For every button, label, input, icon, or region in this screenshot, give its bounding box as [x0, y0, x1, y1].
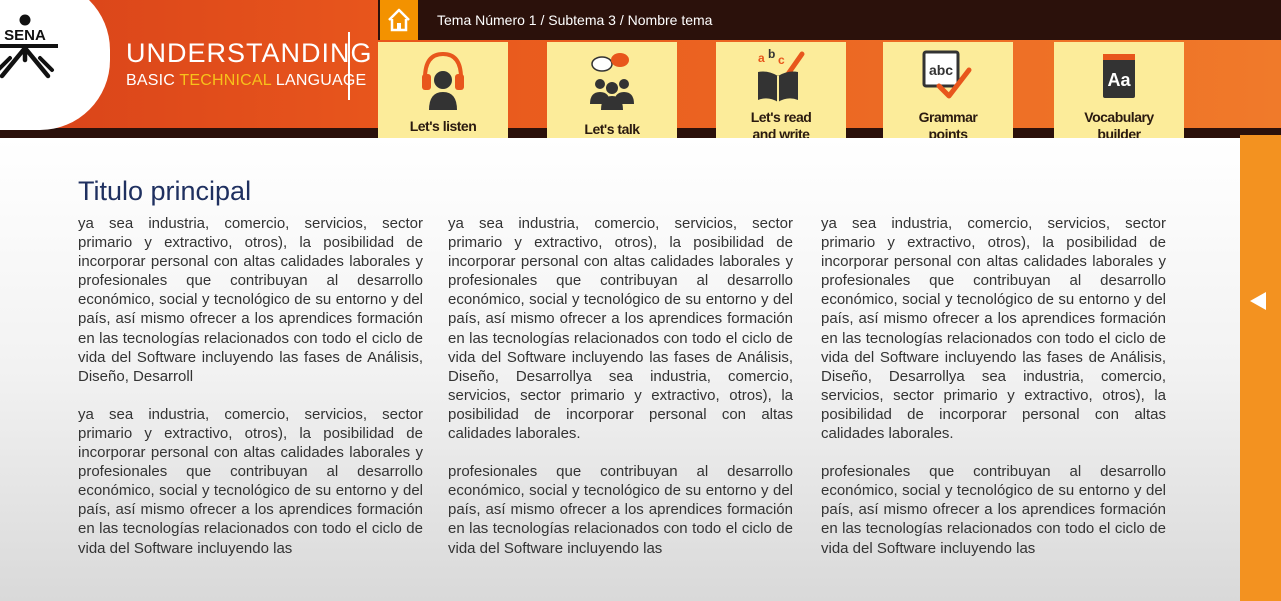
paragraph: ya sea industria, comercio, servicios, s…: [821, 215, 1166, 443]
headphones-icon: [422, 51, 464, 110]
sena-logo: SENA: [0, 14, 58, 79]
nav-label-line1: Let's read: [750, 109, 812, 125]
home-button[interactable]: [380, 0, 418, 40]
nav-label-line2: builder: [1097, 126, 1141, 138]
paragraph: profesionales que contribuyan al desarro…: [821, 463, 1166, 557]
page-title: Titulo principal: [78, 176, 252, 206]
text-column-2: ya sea industria, comercio, servicios, s…: [448, 214, 793, 558]
side-panel-toggle[interactable]: [1240, 135, 1281, 601]
header: SENA UNDERSTANDING BASIC TECHNICAL LANGU…: [0, 0, 1281, 138]
nav-tile-vocabulary-builder[interactable]: Aa Vocabulary builder: [1054, 42, 1184, 138]
brand-title: UNDERSTANDING: [126, 38, 373, 68]
nav-label-vocabulary-builder: Vocabulary builder: [1054, 109, 1184, 138]
svg-text:SENA: SENA: [4, 27, 46, 44]
people-talking-icon: [590, 53, 634, 110]
brand-subtitle-part2: LANGUAGE: [271, 72, 367, 89]
text-column-3: ya sea industria, comercio, servicios, s…: [821, 214, 1166, 558]
svg-text:b: b: [768, 48, 775, 61]
brand-subtitle: BASIC TECHNICAL LANGUAGE: [126, 72, 366, 90]
nav-label-lets-listen: Let's listen: [409, 118, 477, 134]
book-pencil-icon: a b c: [758, 48, 805, 102]
nav-label-line2: and write: [752, 126, 810, 138]
text-column-1: ya sea industria, comercio, servicios, s…: [78, 214, 423, 558]
paragraph: ya sea industria, comercio, servicios, s…: [78, 215, 423, 385]
brand-subtitle-accent: TECHNICAL: [179, 72, 272, 89]
paragraph: ya sea industria, comercio, servicios, s…: [448, 215, 793, 443]
nav-label-lets-read-and-write: Let's read and write: [716, 109, 846, 138]
nav-label-grammar-points: Grammar points: [883, 109, 1013, 138]
svg-text:a: a: [758, 51, 765, 65]
svg-text:c: c: [778, 53, 785, 67]
nav-tile-lets-listen[interactable]: Let's listen: [378, 42, 508, 138]
triangle-left-icon: [1250, 292, 1266, 310]
nav-label-line2: points: [928, 126, 969, 138]
nav-tile-lets-read-and-write[interactable]: a b c Let's read and write: [716, 42, 846, 138]
nav-tile-grammar-points[interactable]: abc Grammar points: [883, 42, 1013, 138]
paragraph: ya sea industria, comercio, servicios, s…: [78, 405, 423, 557]
nav-label-lets-talk: Let's talk: [584, 121, 640, 137]
dictionary-icon: Aa: [1103, 54, 1135, 98]
brand-divider: [348, 32, 350, 100]
paragraph: profesionales que contribuyan al desarro…: [448, 463, 793, 557]
brand-subtitle-part1: BASIC: [126, 72, 180, 89]
svg-text:abc: abc: [929, 62, 953, 78]
breadcrumb: Tema Número 1 / Subtema 3 / Nombre tema: [437, 12, 713, 28]
svg-text:Aa: Aa: [1107, 70, 1131, 90]
nav-label-line1: Vocabulary: [1084, 109, 1154, 125]
abc-check-icon: abc: [922, 50, 972, 99]
home-icon: [388, 8, 410, 32]
nav-label-line1: Grammar: [918, 109, 978, 125]
content-area: Titulo principal ya sea industria, comer…: [0, 138, 1240, 601]
nav-tile-lets-talk[interactable]: Let's talk: [547, 42, 677, 138]
